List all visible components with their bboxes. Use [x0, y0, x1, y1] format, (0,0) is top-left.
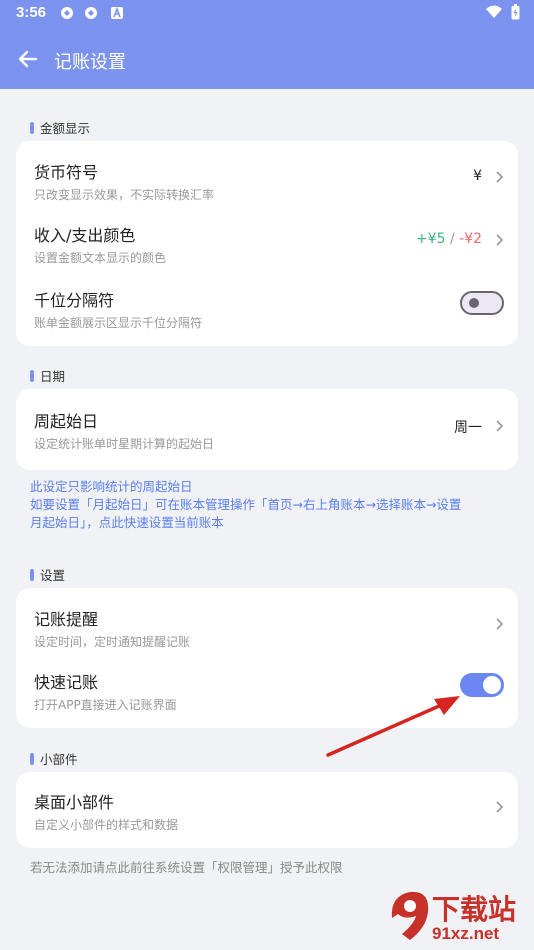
app-bar: 3:56 记账设置: [0, 0, 534, 89]
date-card: 周起始日 设定统计账单时星期计算的起始日 周一: [16, 389, 518, 470]
expense-sample: -¥2: [459, 231, 482, 247]
week-start-row[interactable]: 周起始日 设定统计账单时星期计算的起始日 周一: [34, 408, 504, 452]
status-time: 3:56: [16, 4, 47, 21]
back-arrow-icon[interactable]: [16, 47, 40, 71]
chevron-right-icon: [496, 618, 504, 630]
currency-symbol-row[interactable]: 货币符号 只改变显示效果，不实际转换汇率 ¥: [34, 159, 504, 203]
thousands-separator-toggle[interactable]: [460, 291, 504, 315]
app-notification-icon-2: [85, 7, 97, 19]
wifi-icon: [486, 5, 502, 18]
currency-value: ¥: [473, 168, 482, 184]
income-expense-color-row[interactable]: 收入/支出颜色 设置金额文本显示的颜色 +¥5 / -¥2: [34, 222, 504, 266]
section-header-settings: 设置: [30, 565, 65, 584]
chevron-right-icon: [496, 420, 504, 432]
chevron-right-icon: [496, 801, 504, 813]
app-notification-icon: [61, 7, 73, 19]
desktop-widget-row[interactable]: 桌面小部件 自定义小部件的样式和数据: [34, 789, 504, 833]
color-preview: +¥5 / -¥2: [415, 231, 482, 247]
amount-card: 货币符号 只改变显示效果，不实际转换汇率 ¥ 收入/支出颜色 设置金额文本显示的…: [16, 141, 518, 346]
widget-card: 桌面小部件 自定义小部件的样式和数据: [16, 772, 518, 848]
battery-icon: [511, 4, 520, 20]
watermark-text: 下载站: [432, 893, 517, 926]
watermark-url: 91xz.net: [432, 924, 500, 943]
annotation-arrow-icon: [326, 696, 460, 757]
thousands-separator-row: 千位分隔符 账单金额展示区显示千位分隔符: [34, 287, 504, 331]
status-bar: 3:56: [0, 0, 534, 28]
section-header-amount: 金额显示: [30, 118, 90, 137]
chevron-right-icon: [496, 234, 504, 246]
page-title: 记账设置: [54, 52, 126, 73]
a-notification-icon: [111, 6, 123, 19]
income-sample: +¥5: [415, 231, 446, 247]
widget-permission-note[interactable]: 若无法添加请点此前往系统设置「权限管理」授予此权限: [30, 857, 343, 876]
section-header-widget: 小部件: [30, 749, 78, 768]
week-start-note[interactable]: 此设定只影响统计的周起始日 如要设置「月起始日」可在账本管理操作「首页→右上角账…: [30, 478, 510, 532]
chevron-right-icon: [496, 171, 504, 183]
reminder-row[interactable]: 记账提醒 设定时间，定时通知提醒记账: [34, 606, 504, 650]
week-start-value: 周一: [454, 420, 482, 436]
section-header-date: 日期: [30, 366, 65, 385]
